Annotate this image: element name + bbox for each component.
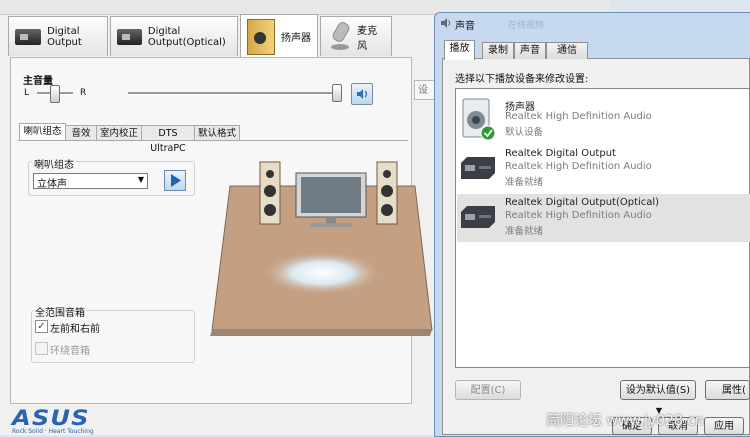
play-icon <box>171 174 181 187</box>
device-status: 默认设备 <box>505 127 544 138</box>
digital-output-device-icon <box>461 206 495 228</box>
speaker-app-icon <box>441 18 451 28</box>
main-volume-label: 主音量 <box>23 76 53 87</box>
device-item-speakers[interactable]: 扬声器 Realtek High Definition Audio 默认设备 <box>457 95 750 143</box>
set-default-device-button[interactable]: 设 <box>414 80 436 100</box>
microphone-icon <box>327 22 351 52</box>
subtab-room-correction[interactable]: 室内校正 <box>96 125 142 141</box>
tab-playback[interactable]: 播放 <box>444 40 475 60</box>
device-status: 准备就绪 <box>505 226 544 237</box>
watermark: 简阳论坛 www.jy028.cn <box>546 413 704 429</box>
device-item-digital-output-optical[interactable]: Realtek Digital Output(Optical) Realtek … <box>457 194 750 242</box>
device-item-digital-output[interactable]: Realtek Digital Output Realtek High Defi… <box>457 145 750 193</box>
subtab-default-format[interactable]: 默认格式 <box>194 125 240 141</box>
speaker-config-select[interactable]: 立体声 ▼ <box>33 173 148 190</box>
asus-logo: ASUS <box>12 406 90 430</box>
digital-output-device-icon <box>461 157 495 179</box>
device-name: Realtek Digital Output <box>505 148 616 159</box>
subtab-divider <box>18 140 408 141</box>
right-speaker-icon <box>376 161 398 225</box>
device-driver: Realtek High Definition Audio <box>505 111 652 122</box>
configure-button[interactable]: 配置(C) <box>455 380 521 400</box>
front-left-right-checkbox[interactable]: ✓ <box>35 320 48 333</box>
chevron-down-icon: ▼ <box>137 175 144 184</box>
front-left-right-label: 左前和右前 <box>50 324 100 335</box>
device-driver: Realtek High Definition Audio <box>505 161 652 172</box>
sound-dialog-title: 声音 <box>455 21 475 32</box>
volume-track <box>128 92 341 95</box>
full-range-label: 全范围音箱 <box>33 304 87 319</box>
surround-label: 环绕音箱 <box>50 346 90 357</box>
left-speaker-icon <box>259 161 281 225</box>
subtab-speaker-config[interactable]: 喇叭组态 <box>19 123 66 141</box>
tab-communications[interactable]: 通信 <box>546 42 588 59</box>
speaker-config-value: 立体声 <box>37 179 67 190</box>
sound-dialog-title-suffix: 在线视频 <box>508 21 545 31</box>
speaker-device-icon <box>462 98 495 141</box>
tab-label: Digital Output(Optical) <box>147 25 226 48</box>
play-test-button[interactable] <box>164 170 186 191</box>
tab-digital-output-optical[interactable]: Digital Output(Optical) <box>110 16 238 56</box>
tab-label: 扬声器 <box>281 33 311 44</box>
tab-label: 麦克风 <box>357 25 378 52</box>
set-default-button[interactable]: 设为默认值(S) ▼ <box>620 380 696 415</box>
speaker-config-label: 喇叭组态 <box>32 156 76 171</box>
tab-sounds[interactable]: 声音 <box>514 42 546 59</box>
balance-right-label: R <box>80 88 87 98</box>
speaker-icon <box>247 18 275 55</box>
volume-slider[interactable] <box>332 84 342 102</box>
balance-slider[interactable] <box>50 85 60 103</box>
subtab-sound-effects[interactable]: 音效 <box>65 125 97 141</box>
tab-label: Digital Output <box>47 25 82 48</box>
tab-digital-output[interactable]: Digital Output <box>8 16 108 56</box>
tab-recording[interactable]: 录制 <box>482 42 514 59</box>
properties-button[interactable]: 属性( <box>705 380 750 400</box>
device-driver: Realtek High Definition Audio <box>505 210 652 221</box>
digital-output-icon <box>117 28 142 45</box>
set-default-label: 设为默认值(S) <box>625 385 691 396</box>
digital-output-icon <box>15 28 42 45</box>
surround-checkbox[interactable] <box>35 342 48 355</box>
speaker-room-illustration <box>210 161 433 336</box>
tab-microphone[interactable]: 麦克风 <box>320 16 392 56</box>
mute-button[interactable] <box>351 83 373 105</box>
tab-speaker[interactable]: 扬声器 <box>240 14 318 58</box>
device-status: 准备就绪 <box>505 177 544 188</box>
apply-button[interactable]: 应用 <box>704 417 744 435</box>
device-name: Realtek Digital Output(Optical) <box>505 197 660 208</box>
instruction-text: 选择以下播放设备来修改设置: <box>455 74 589 85</box>
speaker-volume-icon <box>357 89 368 99</box>
subtab-dts-ultrapc[interactable]: DTS UltraPC <box>141 125 195 154</box>
asus-tagline: Rock Solid · Heart Touching <box>12 428 94 435</box>
balance-left-label: L <box>24 88 30 98</box>
